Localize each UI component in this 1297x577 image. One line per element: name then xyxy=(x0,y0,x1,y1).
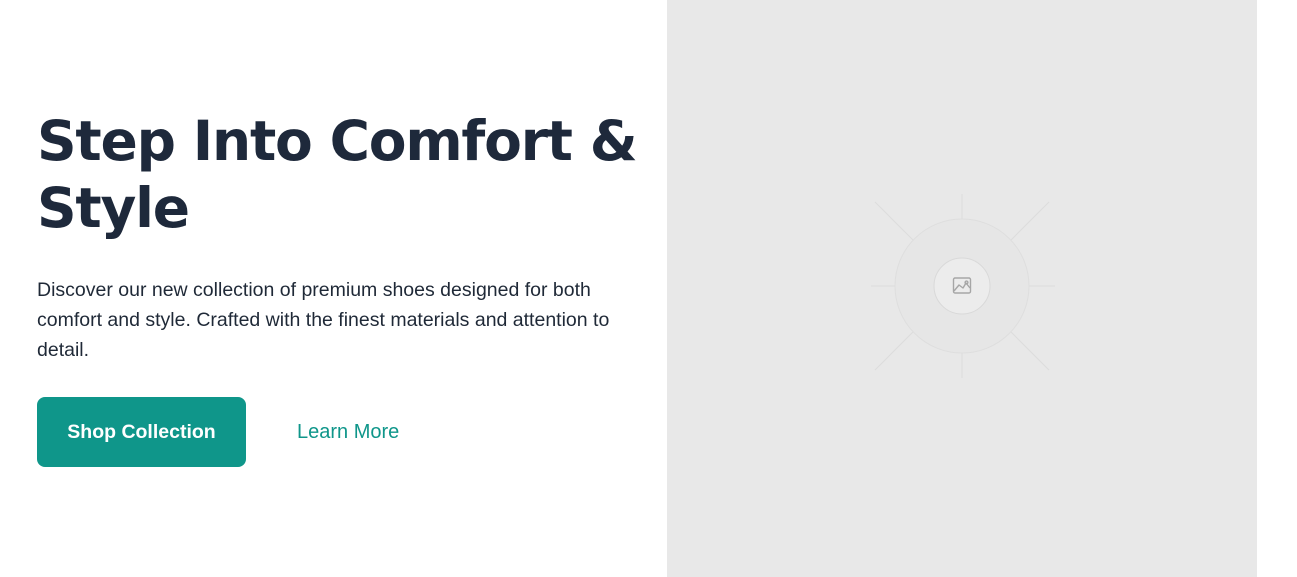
shop-collection-button[interactable]: Shop Collection xyxy=(37,397,246,467)
hero-content: Step Into Comfort & Style Discover our n… xyxy=(37,108,638,467)
hero-description: Discover our new collection of premium s… xyxy=(37,279,610,361)
hero-image xyxy=(667,0,1257,577)
hero-actions: Shop Collection Learn More xyxy=(37,397,637,467)
image-placeholder-icon xyxy=(865,194,1059,378)
learn-more-link[interactable]: Learn More xyxy=(297,421,399,444)
hero-section: Step Into Comfort & Style Discover our n… xyxy=(0,0,1297,577)
hero-title: Step Into Comfort & Style xyxy=(37,109,638,240)
